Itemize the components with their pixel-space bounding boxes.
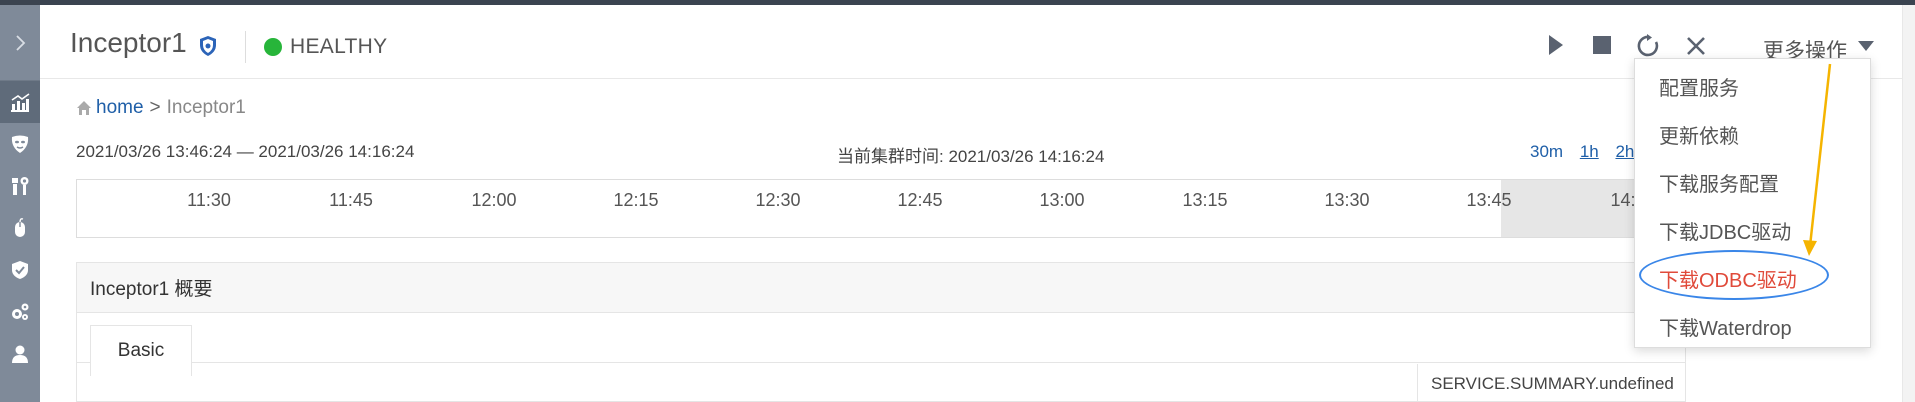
sidebar-item-security[interactable]: [0, 249, 40, 291]
sidebar-item-user[interactable]: [0, 333, 40, 375]
sidebar-item-settings[interactable]: [0, 291, 40, 333]
sidebar-item-mask[interactable]: [0, 123, 40, 165]
user-icon: [12, 345, 28, 363]
status-indicator: [264, 38, 282, 56]
timeline-tick: 12:45: [897, 190, 943, 210]
breadcrumb: home > Inceptor1: [76, 97, 246, 119]
time-button-2h[interactable]: 2h: [1615, 142, 1634, 161]
timeline-tick: 13:15: [1182, 190, 1228, 210]
sidebar-expand-button[interactable]: [0, 5, 40, 81]
tab-basic[interactable]: Basic: [90, 325, 192, 376]
time-button-30m[interactable]: 30m: [1530, 142, 1563, 161]
chevron-down-icon[interactable]: [1858, 41, 1874, 51]
time-range-buttons: 30m 1h 2h: [1530, 142, 1646, 162]
summary-cell: SERVICE.SUMMARY.undefined: [1417, 364, 1687, 402]
sidebar: [0, 5, 40, 402]
time-range: 2021/03/26 13:46:24 — 2021/03/26 14:16:2…: [76, 142, 415, 161]
shield-icon: [200, 36, 216, 56]
menu-item-configure-service[interactable]: 配置服务: [1659, 72, 1739, 101]
menu-item-download-service-config[interactable]: 下载服务配置: [1659, 168, 1779, 197]
timeline-brush[interactable]: 11:30 11:45 12:00 12:15 12:30 12:45 13:0…: [76, 179, 1691, 238]
breadcrumb-separator: >: [149, 97, 161, 118]
menu-item-update-dependencies[interactable]: 更新依赖: [1659, 120, 1739, 149]
scrollbar[interactable]: [1902, 5, 1915, 402]
timeline-tick: 14:: [1610, 190, 1636, 210]
close-icon[interactable]: [1685, 35, 1707, 57]
panel-title: Inceptor1 概要: [77, 263, 1685, 313]
timeline-tick: 12:15: [613, 190, 659, 210]
timeline-tick: 11:45: [329, 190, 373, 210]
service-title: Inceptor1: [70, 27, 187, 58]
overview-panel: Inceptor1 概要 Basic SERVICE.SUMMARY.undef…: [76, 262, 1686, 402]
sidebar-item-dashboard[interactable]: [0, 81, 40, 123]
chevron-right-icon: [16, 34, 26, 51]
sidebar-item-tools[interactable]: [0, 165, 40, 207]
sidebar-item-mouse[interactable]: [0, 207, 40, 249]
stop-icon[interactable]: [1592, 35, 1612, 55]
menu-item-download-jdbc-driver[interactable]: 下载JDBC驱动: [1659, 216, 1791, 245]
home-icon: [77, 101, 91, 115]
gears-icon: [12, 303, 29, 320]
restart-icon[interactable]: [1636, 33, 1662, 59]
time-button-1h[interactable]: 1h: [1580, 142, 1599, 161]
play-icon[interactable]: [1545, 33, 1565, 57]
timeline-tick: 13:45: [1466, 190, 1512, 210]
shield-check-icon: [12, 261, 28, 279]
mouse-icon: [15, 218, 25, 237]
header-divider: [245, 31, 246, 63]
menu-item-download-waterdrop[interactable]: 下载Waterdrop: [1659, 312, 1792, 341]
tools-icon: [12, 177, 29, 195]
breadcrumb-home-link[interactable]: home: [96, 97, 144, 119]
mask-icon: [11, 135, 29, 153]
timeline-tick: 11:30: [187, 190, 231, 210]
cluster-time: 当前集群时间: 2021/03/26 14:16:24: [837, 147, 1105, 166]
dashboard-chart-icon: [11, 93, 30, 112]
timeline-tick: 13:00: [1039, 190, 1085, 210]
timeline-tick: 13:30: [1324, 190, 1370, 210]
panel-tabs: Basic: [77, 313, 1685, 376]
menu-item-download-odbc-driver[interactable]: 下载ODBC驱动: [1659, 264, 1797, 293]
timeline-tick: 12:00: [471, 190, 517, 210]
more-actions-menu: 配置服务 更新依赖 下载服务配置 下载JDBC驱动 下载ODBC驱动 下载Wat…: [1634, 58, 1871, 348]
status-text: HEALTHY: [290, 35, 388, 58]
breadcrumb-current: Inceptor1: [166, 97, 246, 118]
timeline-tick: 12:30: [755, 190, 801, 210]
